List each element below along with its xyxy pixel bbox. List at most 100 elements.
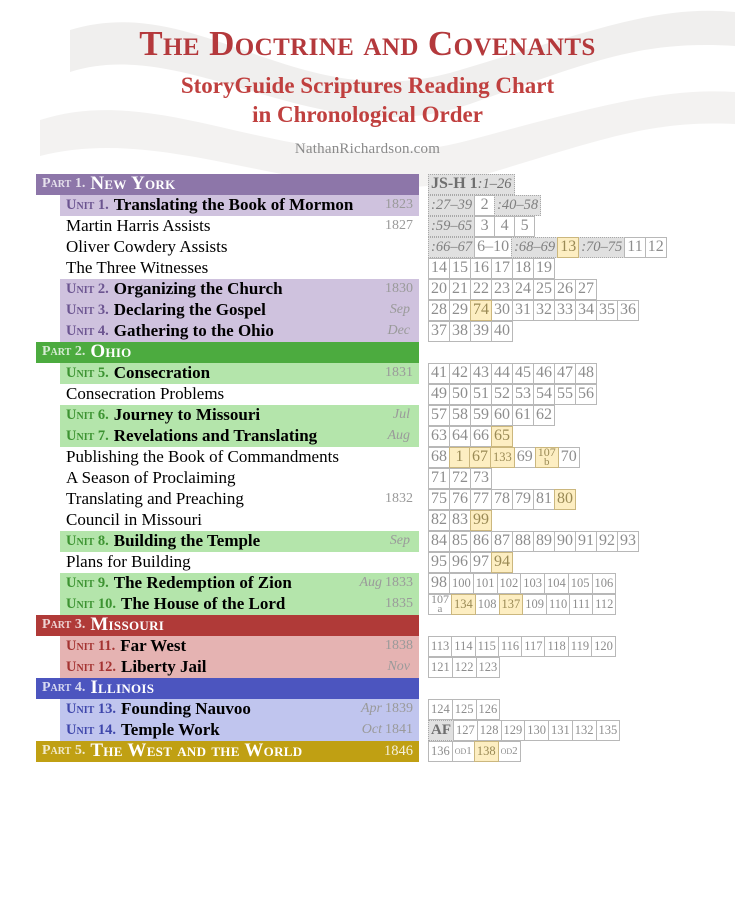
scripture-cell[interactable]: 70: [557, 446, 580, 468]
scripture-cell[interactable]: 57: [428, 404, 450, 426]
scripture-cell[interactable]: 89: [533, 530, 555, 552]
scripture-cell[interactable]: 109: [522, 593, 547, 615]
scripture-cell[interactable]: 14: [428, 257, 450, 279]
scripture-cell[interactable]: 1: [449, 446, 470, 468]
scripture-cell[interactable]: 31: [512, 299, 534, 321]
scripture-cell[interactable]: 82: [428, 509, 450, 531]
scripture-cell[interactable]: 73: [470, 467, 492, 489]
scripture-cell[interactable]: 5: [514, 215, 536, 237]
scripture-cell[interactable]: 78: [491, 488, 513, 510]
scripture-cell[interactable]: 135: [595, 719, 621, 741]
scripture-cell[interactable]: 30: [491, 299, 513, 321]
scripture-cell[interactable]: 77: [470, 488, 492, 510]
scripture-cell[interactable]: 75: [428, 488, 450, 510]
scripture-cell[interactable]: 37: [428, 320, 450, 342]
scripture-cell[interactable]: 130: [524, 719, 549, 741]
scripture-cell[interactable]: 68: [428, 446, 450, 468]
scripture-cell[interactable]: 26: [554, 278, 576, 300]
scripture-cell[interactable]: 58: [449, 404, 471, 426]
scripture-cell[interactable]: 88: [512, 530, 534, 552]
scripture-cell[interactable]: 13: [557, 236, 580, 258]
scripture-cell[interactable]: 127: [453, 719, 478, 741]
scripture-cell[interactable]: 111: [569, 593, 594, 615]
scripture-cell[interactable]: AF: [428, 719, 454, 741]
scripture-cell[interactable]: 96: [449, 551, 471, 573]
scripture-cell[interactable]: 33: [554, 299, 576, 321]
scripture-cell[interactable]: 138: [473, 740, 499, 762]
scripture-cell[interactable]: 54: [533, 383, 555, 405]
scripture-cell[interactable]: 94: [491, 551, 513, 573]
scripture-cell[interactable]: :59–65: [428, 215, 476, 237]
scripture-cell[interactable]: 95: [428, 551, 450, 573]
scripture-cell[interactable]: 125: [451, 698, 477, 720]
scripture-cell[interactable]: 122: [451, 656, 477, 678]
scripture-cell[interactable]: 84: [428, 530, 450, 552]
scripture-cell[interactable]: 104: [544, 572, 569, 594]
scripture-cell[interactable]: 38: [449, 320, 471, 342]
scripture-cell[interactable]: 124: [428, 698, 453, 720]
scripture-cell[interactable]: 72: [449, 467, 471, 489]
scripture-cell[interactable]: 28: [428, 299, 450, 321]
scripture-cell[interactable]: 129: [500, 719, 526, 741]
scripture-cell[interactable]: 120: [591, 635, 616, 657]
scripture-cell[interactable]: 106: [591, 572, 617, 594]
scripture-cell[interactable]: 117: [521, 635, 546, 657]
scripture-cell[interactable]: 136: [428, 740, 453, 762]
scripture-cell[interactable]: 119: [567, 635, 593, 657]
scripture-cell[interactable]: 76: [449, 488, 471, 510]
scripture-cell[interactable]: 44: [491, 362, 513, 384]
scripture-cell[interactable]: 63: [428, 425, 450, 447]
scripture-cell[interactable]: :70–75: [578, 236, 626, 258]
scripture-cell[interactable]: 50: [449, 383, 471, 405]
scripture-cell[interactable]: 128: [476, 719, 502, 741]
scripture-cell[interactable]: 22: [470, 278, 492, 300]
scripture-cell[interactable]: 101: [472, 572, 498, 594]
scripture-cell[interactable]: 40: [491, 320, 513, 342]
scripture-cell[interactable]: 107 a: [428, 593, 452, 615]
scripture-cell[interactable]: od2: [497, 740, 521, 762]
scripture-cell[interactable]: 19: [533, 257, 555, 279]
scripture-cell[interactable]: 69: [513, 446, 536, 468]
scripture-cell[interactable]: 137: [498, 593, 524, 615]
scripture-cell[interactable]: 55: [554, 383, 576, 405]
scripture-cell[interactable]: 46: [533, 362, 555, 384]
scripture-cell[interactable]: 103: [520, 572, 545, 594]
scripture-cell[interactable]: 112: [592, 593, 617, 615]
scripture-cell[interactable]: 133: [490, 446, 515, 468]
scripture-cell[interactable]: 67: [469, 446, 491, 468]
scripture-cell[interactable]: 6–10: [474, 236, 513, 258]
scripture-cell[interactable]: 25: [533, 278, 555, 300]
scripture-cell[interactable]: :66–67: [428, 236, 476, 258]
scripture-cell[interactable]: 123: [475, 656, 501, 678]
scripture-cell[interactable]: 80: [554, 488, 576, 510]
scripture-cell[interactable]: 48: [575, 362, 597, 384]
scripture-cell[interactable]: 49: [428, 383, 450, 405]
scripture-cell[interactable]: 60: [491, 404, 513, 426]
scripture-cell[interactable]: :68–69: [511, 236, 559, 258]
scripture-cell[interactable]: 74: [470, 299, 492, 321]
scripture-cell[interactable]: 4: [494, 215, 516, 237]
scripture-cell[interactable]: 62: [533, 404, 555, 426]
scripture-cell[interactable]: 52: [491, 383, 513, 405]
scripture-cell[interactable]: 132: [571, 719, 597, 741]
scripture-cell[interactable]: 64: [449, 425, 471, 447]
scripture-cell[interactable]: 45: [512, 362, 534, 384]
scripture-cell[interactable]: od1: [451, 740, 475, 762]
scripture-cell[interactable]: 32: [533, 299, 555, 321]
scripture-cell[interactable]: 15: [449, 257, 471, 279]
scripture-cell[interactable]: 92: [596, 530, 618, 552]
scripture-cell[interactable]: :27–39: [428, 194, 476, 216]
scripture-cell[interactable]: 53: [512, 383, 534, 405]
scripture-cell[interactable]: :40–58: [494, 194, 542, 216]
scripture-cell[interactable]: 105: [567, 572, 593, 594]
scripture-cell[interactable]: 17: [491, 257, 513, 279]
scripture-cell[interactable]: 90: [554, 530, 576, 552]
scripture-cell[interactable]: 34: [575, 299, 597, 321]
scripture-cell[interactable]: 23: [491, 278, 513, 300]
scripture-cell[interactable]: 113: [428, 635, 453, 657]
scripture-cell[interactable]: 59: [470, 404, 492, 426]
scripture-cell[interactable]: 12: [644, 236, 667, 258]
scripture-cell[interactable]: 79: [512, 488, 534, 510]
scripture-cell[interactable]: 16: [470, 257, 492, 279]
scripture-cell[interactable]: 2: [474, 194, 496, 216]
